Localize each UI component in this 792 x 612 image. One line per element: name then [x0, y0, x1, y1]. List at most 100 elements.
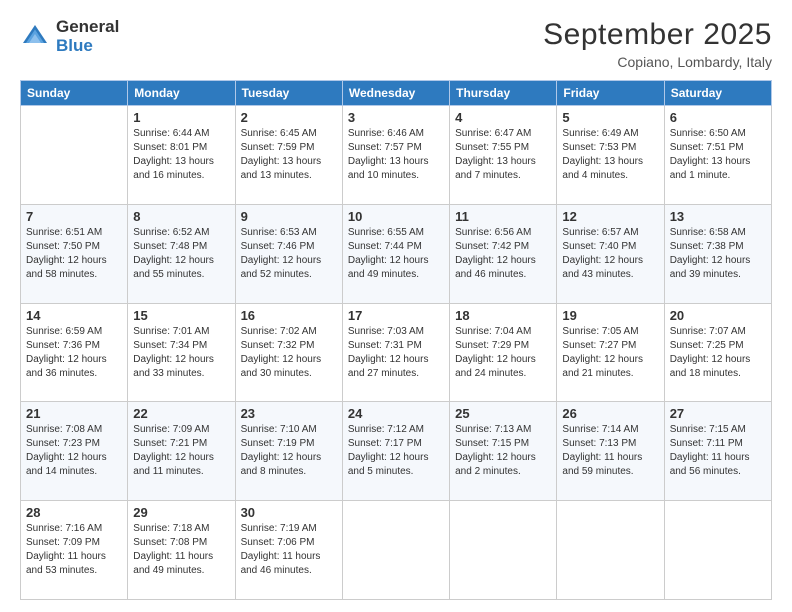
day-number: 14	[26, 308, 122, 323]
logo: General Blue	[20, 18, 119, 55]
day-number: 20	[670, 308, 766, 323]
day-info: Sunrise: 6:51 AM Sunset: 7:50 PM Dayligh…	[26, 226, 122, 282]
col-thursday: Thursday	[450, 81, 557, 106]
day-info: Sunrise: 6:49 AM Sunset: 7:53 PM Dayligh…	[562, 127, 658, 183]
cell-w5-d1: 28 Sunrise: 7:16 AM Sunset: 7:09 PM Dayli…	[21, 501, 128, 600]
month-title: September 2025	[543, 18, 772, 52]
cell-w3-d4: 17 Sunrise: 7:03 AM Sunset: 7:31 PM Dayli…	[342, 303, 449, 402]
cell-w2-d4: 10 Sunrise: 6:55 AM Sunset: 7:44 PM Dayli…	[342, 204, 449, 303]
title-block: September 2025 Copiano, Lombardy, Italy	[543, 18, 772, 70]
day-number: 29	[133, 505, 229, 520]
day-info: Sunrise: 7:07 AM Sunset: 7:25 PM Dayligh…	[670, 325, 766, 381]
cell-w2-d6: 12Sunrise: 6:57 AM Sunset: 7:40 PM Dayli…	[557, 204, 664, 303]
day-info: Sunrise: 6:53 AM Sunset: 7:46 PM Dayligh…	[241, 226, 337, 282]
day-info: Sunrise: 7:04 AM Sunset: 7:29 PM Dayligh…	[455, 325, 551, 381]
cell-w5-d6	[557, 501, 664, 600]
day-info: Sunrise: 6:57 AM Sunset: 7:40 PM Dayligh…	[562, 226, 658, 282]
cell-w2-d7: 13 Sunrise: 6:58 AM Sunset: 7:38 PM Dayli…	[664, 204, 771, 303]
cell-w5-d5	[450, 501, 557, 600]
day-number: 30	[241, 505, 337, 520]
day-number: 15	[133, 308, 229, 323]
day-number: 7	[26, 209, 122, 224]
day-number: 25	[455, 406, 551, 421]
day-info: Sunrise: 6:50 AM Sunset: 7:51 PM Dayligh…	[670, 127, 766, 183]
header: General Blue September 2025 Copiano, Lom…	[20, 18, 772, 70]
day-info: Sunrise: 7:01 AM Sunset: 7:34 PM Dayligh…	[133, 325, 229, 381]
day-number: 6	[670, 110, 766, 125]
cell-w3-d3: 16 Sunrise: 7:02 AM Sunset: 7:32 PM Dayli…	[235, 303, 342, 402]
day-number: 11	[455, 209, 551, 224]
day-info: Sunrise: 7:16 AM Sunset: 7:09 PM Dayligh…	[26, 522, 122, 578]
day-number: 28	[26, 505, 122, 520]
col-friday: Friday	[557, 81, 664, 106]
cell-w4-d1: 21Sunrise: 7:08 AM Sunset: 7:23 PM Dayli…	[21, 402, 128, 501]
day-number: 2	[241, 110, 337, 125]
day-info: Sunrise: 7:19 AM Sunset: 7:06 PM Dayligh…	[241, 522, 337, 578]
logo-general: General	[56, 18, 119, 37]
week-row-2: 7 Sunrise: 6:51 AM Sunset: 7:50 PM Daylig…	[21, 204, 772, 303]
cell-w5-d7	[664, 501, 771, 600]
day-number: 13	[670, 209, 766, 224]
location-subtitle: Copiano, Lombardy, Italy	[543, 54, 772, 70]
day-number: 17	[348, 308, 444, 323]
day-info: Sunrise: 7:03 AM Sunset: 7:31 PM Dayligh…	[348, 325, 444, 381]
week-row-1: 1 Sunrise: 6:44 AM Sunset: 8:01 PM Daylig…	[21, 106, 772, 205]
day-info: Sunrise: 7:05 AM Sunset: 7:27 PM Dayligh…	[562, 325, 658, 381]
page: General Blue September 2025 Copiano, Lom…	[0, 0, 792, 612]
cell-w4-d5: 25 Sunrise: 7:13 AM Sunset: 7:15 PM Dayli…	[450, 402, 557, 501]
col-wednesday: Wednesday	[342, 81, 449, 106]
col-tuesday: Tuesday	[235, 81, 342, 106]
cell-w5-d2: 29 Sunrise: 7:18 AM Sunset: 7:08 PM Dayli…	[128, 501, 235, 600]
col-sunday: Sunday	[21, 81, 128, 106]
week-row-3: 14 Sunrise: 6:59 AM Sunset: 7:36 PM Dayli…	[21, 303, 772, 402]
day-number: 23	[241, 406, 337, 421]
cell-w4-d7: 27Sunrise: 7:15 AM Sunset: 7:11 PM Dayli…	[664, 402, 771, 501]
day-number: 10	[348, 209, 444, 224]
day-info: Sunrise: 6:58 AM Sunset: 7:38 PM Dayligh…	[670, 226, 766, 282]
day-info: Sunrise: 7:13 AM Sunset: 7:15 PM Dayligh…	[455, 423, 551, 479]
cell-w2-d1: 7 Sunrise: 6:51 AM Sunset: 7:50 PM Daylig…	[21, 204, 128, 303]
day-info: Sunrise: 7:10 AM Sunset: 7:19 PM Dayligh…	[241, 423, 337, 479]
day-info: Sunrise: 7:18 AM Sunset: 7:08 PM Dayligh…	[133, 522, 229, 578]
col-saturday: Saturday	[664, 81, 771, 106]
cell-w2-d2: 8Sunrise: 6:52 AM Sunset: 7:48 PM Daylig…	[128, 204, 235, 303]
day-info: Sunrise: 6:47 AM Sunset: 7:55 PM Dayligh…	[455, 127, 551, 183]
cell-w4-d3: 23 Sunrise: 7:10 AM Sunset: 7:19 PM Dayli…	[235, 402, 342, 501]
day-number: 16	[241, 308, 337, 323]
cell-w5-d3: 30 Sunrise: 7:19 AM Sunset: 7:06 PM Dayli…	[235, 501, 342, 600]
day-info: Sunrise: 7:15 AM Sunset: 7:11 PM Dayligh…	[670, 423, 766, 479]
day-info: Sunrise: 6:45 AM Sunset: 7:59 PM Dayligh…	[241, 127, 337, 183]
day-number: 26	[562, 406, 658, 421]
day-info: Sunrise: 7:12 AM Sunset: 7:17 PM Dayligh…	[348, 423, 444, 479]
day-number: 19	[562, 308, 658, 323]
day-number: 9	[241, 209, 337, 224]
calendar: Sunday Monday Tuesday Wednesday Thursday…	[20, 80, 772, 600]
day-number: 22	[133, 406, 229, 421]
col-monday: Monday	[128, 81, 235, 106]
day-number: 8	[133, 209, 229, 224]
day-number: 21	[26, 406, 122, 421]
cell-w4-d6: 26 Sunrise: 7:14 AM Sunset: 7:13 PM Dayli…	[557, 402, 664, 501]
day-info: Sunrise: 7:02 AM Sunset: 7:32 PM Dayligh…	[241, 325, 337, 381]
cell-w1-d4: 3 Sunrise: 6:46 AM Sunset: 7:57 PM Daylig…	[342, 106, 449, 205]
day-info: Sunrise: 6:46 AM Sunset: 7:57 PM Dayligh…	[348, 127, 444, 183]
day-number: 18	[455, 308, 551, 323]
day-number: 5	[562, 110, 658, 125]
logo-blue: Blue	[56, 37, 119, 56]
day-info: Sunrise: 7:14 AM Sunset: 7:13 PM Dayligh…	[562, 423, 658, 479]
calendar-header-row: Sunday Monday Tuesday Wednesday Thursday…	[21, 81, 772, 106]
week-row-5: 28 Sunrise: 7:16 AM Sunset: 7:09 PM Dayli…	[21, 501, 772, 600]
cell-w1-d6: 5 Sunrise: 6:49 AM Sunset: 7:53 PM Daylig…	[557, 106, 664, 205]
cell-w3-d6: 19 Sunrise: 7:05 AM Sunset: 7:27 PM Dayli…	[557, 303, 664, 402]
day-info: Sunrise: 6:44 AM Sunset: 8:01 PM Dayligh…	[133, 127, 229, 183]
cell-w5-d4	[342, 501, 449, 600]
cell-w1-d1	[21, 106, 128, 205]
cell-w3-d1: 14 Sunrise: 6:59 AM Sunset: 7:36 PM Dayli…	[21, 303, 128, 402]
day-number: 3	[348, 110, 444, 125]
day-info: Sunrise: 6:56 AM Sunset: 7:42 PM Dayligh…	[455, 226, 551, 282]
cell-w1-d5: 4 Sunrise: 6:47 AM Sunset: 7:55 PM Daylig…	[450, 106, 557, 205]
day-number: 4	[455, 110, 551, 125]
day-info: Sunrise: 6:59 AM Sunset: 7:36 PM Dayligh…	[26, 325, 122, 381]
day-info: Sunrise: 6:55 AM Sunset: 7:44 PM Dayligh…	[348, 226, 444, 282]
day-number: 1	[133, 110, 229, 125]
